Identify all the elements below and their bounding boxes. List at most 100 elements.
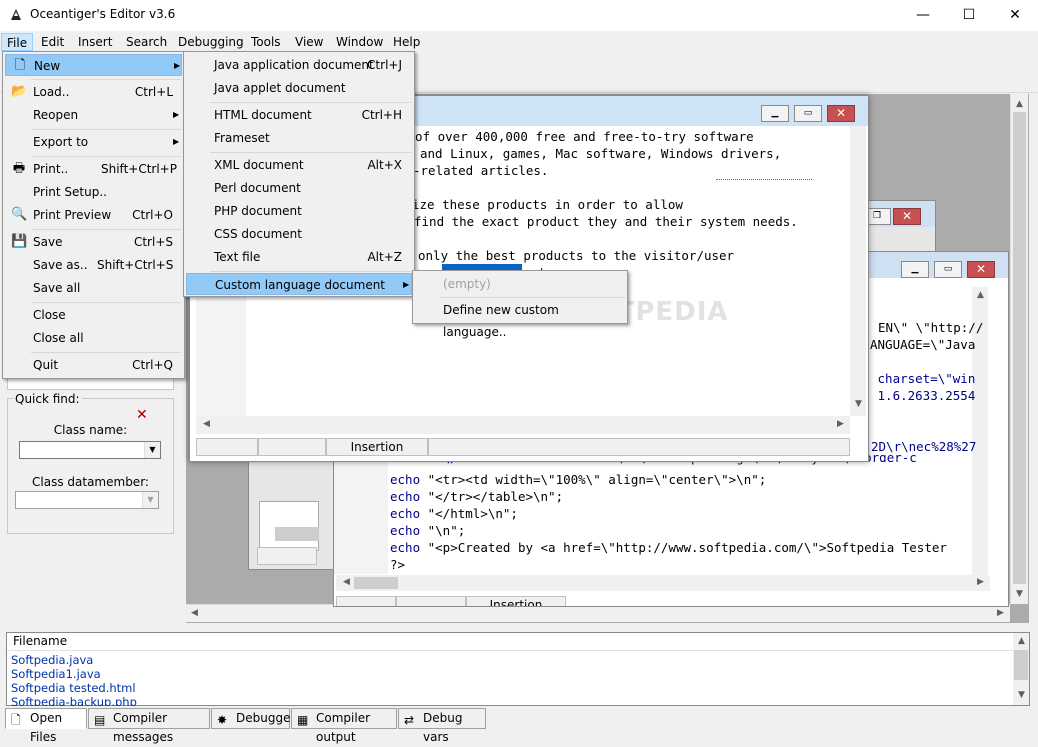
scroll-up-icon[interactable]: ▲ bbox=[1013, 633, 1030, 650]
list-item[interactable]: Softpedia1.java bbox=[11, 667, 101, 681]
submenu-arrow-icon: ▶ bbox=[173, 137, 180, 146]
tab-compiler-messages[interactable]: ▤ Compiler messages bbox=[88, 708, 210, 744]
close-button[interactable]: ✕ bbox=[992, 0, 1038, 31]
text-vertical-scrollbar[interactable]: ▼ bbox=[850, 126, 866, 416]
menu-help[interactable]: Help bbox=[388, 33, 425, 51]
scroll-up-icon[interactable]: ▲ bbox=[972, 287, 989, 304]
close-icon[interactable]: ✕ bbox=[827, 105, 855, 122]
minimize-button[interactable]: ▁ bbox=[901, 261, 929, 278]
printer-icon: 🖶 bbox=[12, 161, 26, 176]
scroll-right-icon[interactable]: ▶ bbox=[832, 416, 849, 433]
menu-insert[interactable]: Insert bbox=[73, 33, 117, 51]
code-line[interactable]: ?> bbox=[390, 556, 405, 573]
chevron-down-icon[interactable]: ▼ bbox=[142, 492, 158, 508]
workspace-vertical-scrollbar[interactable]: ▲ ▼ bbox=[1010, 94, 1028, 604]
maximize-button[interactable]: ▭ bbox=[934, 261, 962, 278]
menu-item-php-document[interactable]: PHP document bbox=[186, 200, 412, 222]
scroll-thumb[interactable] bbox=[1014, 650, 1028, 680]
list-item[interactable]: Softpedia tested.html bbox=[11, 681, 136, 695]
scroll-thumb[interactable] bbox=[275, 527, 319, 541]
list-item[interactable]: Softpedia.java bbox=[11, 653, 93, 667]
text-line[interactable]: y of over 400,000 free and free-to-try s… bbox=[400, 128, 754, 145]
menu-item-define-custom-language[interactable]: Define new custom language.. bbox=[415, 299, 625, 339]
menu-item-save-all[interactable]: Save all bbox=[5, 277, 182, 299]
tab-open-files[interactable]: 🗋 Open Files bbox=[5, 708, 87, 744]
menu-item-java-application[interactable]: Java application document Ctrl+J bbox=[186, 54, 412, 76]
code-line[interactable]: echo "</tr></table>\n"; bbox=[390, 488, 563, 505]
class-name-combo[interactable]: ▼ bbox=[19, 441, 161, 459]
open-files-list[interactable]: Filename Softpedia.java Softpedia1.java … bbox=[6, 632, 1030, 706]
code-line[interactable]: ANGUAGE=\"Java bbox=[870, 336, 975, 353]
code-line[interactable]: echo "</html>\n"; bbox=[390, 505, 518, 522]
menu-item-new[interactable]: 🗋 New ▶ bbox=[5, 54, 182, 76]
menu-item-save-as[interactable]: Save as.. Shift+Ctrl+S bbox=[5, 254, 182, 276]
menu-window[interactable]: Window bbox=[331, 33, 388, 51]
menu-item-reopen[interactable]: Reopen ▶ bbox=[5, 104, 182, 126]
menu-item-java-applet[interactable]: Java applet document bbox=[186, 77, 412, 99]
maximize-button[interactable]: ▭ bbox=[794, 105, 822, 122]
menu-item-xml-document[interactable]: XML document Alt+X bbox=[186, 154, 412, 176]
menu-item-css-document[interactable]: CSS document bbox=[186, 223, 412, 245]
menu-item-perl-document[interactable]: Perl document bbox=[186, 177, 412, 199]
menu-item-frameset[interactable]: Frameset bbox=[186, 127, 412, 149]
menu-item-close[interactable]: Close bbox=[5, 304, 182, 326]
menu-item-print[interactable]: 🖶 Print.. Shift+Ctrl+P bbox=[5, 158, 182, 180]
scroll-down-icon[interactable]: ▼ bbox=[1011, 586, 1028, 603]
scroll-thumb[interactable] bbox=[354, 577, 398, 589]
close-icon[interactable]: ✕ bbox=[967, 261, 995, 278]
menu-item-custom-language[interactable]: Custom language document ▶ bbox=[186, 273, 412, 295]
menu-view[interactable]: View bbox=[290, 33, 328, 51]
scroll-right-icon[interactable]: ▶ bbox=[992, 605, 1009, 622]
text-line[interactable]: -related articles. bbox=[413, 162, 548, 179]
menu-item-text-file[interactable]: Text file Alt+Z bbox=[186, 246, 412, 268]
menu-item-export[interactable]: Export to ▶ bbox=[5, 131, 182, 153]
php-horizontal-scrollbar[interactable]: ◀ ▶ bbox=[336, 575, 990, 591]
menu-item-close-all[interactable]: Close all bbox=[5, 327, 182, 349]
minimize-button[interactable]: ▁ bbox=[761, 105, 789, 122]
text-line[interactable]: ize these products in order to allow bbox=[412, 196, 683, 213]
clear-icon[interactable]: ✕ bbox=[136, 407, 148, 423]
list-item[interactable]: Softpedia-backup.php bbox=[11, 695, 137, 706]
scroll-left-icon[interactable]: ◀ bbox=[186, 605, 203, 622]
text-line[interactable]: only the best products to the visitor/us… bbox=[418, 247, 734, 264]
menu-item-save[interactable]: 💾 Save Ctrl+S bbox=[5, 231, 182, 253]
code-line[interactable]: EN\" \"http:// bbox=[878, 319, 983, 336]
filename-column-header[interactable]: Filename bbox=[7, 633, 1013, 651]
code-line[interactable]: charset=\"win bbox=[870, 370, 976, 387]
text-line[interactable]: find the exact product they and their sy… bbox=[414, 213, 798, 230]
scroll-thumb[interactable] bbox=[1013, 112, 1026, 584]
files-vertical-scrollbar[interactable]: ▲ ▼ bbox=[1013, 633, 1029, 705]
menu-tools[interactable]: Tools bbox=[246, 33, 286, 51]
code-line[interactable]: echo "\n"; bbox=[390, 522, 465, 539]
menu-item-quit[interactable]: Quit Ctrl+Q bbox=[5, 354, 182, 376]
code-line[interactable]: echo "<tr><td width=\"100%\" align=\"cen… bbox=[390, 471, 766, 488]
scroll-right-icon[interactable]: ▶ bbox=[972, 574, 989, 591]
close-icon[interactable]: ✕ bbox=[893, 208, 921, 225]
menu-debugging[interactable]: Debugging bbox=[173, 33, 249, 51]
scroll-down-icon[interactable]: ▼ bbox=[850, 396, 867, 413]
scroll-up-icon[interactable]: ▲ bbox=[1011, 96, 1028, 113]
code-line[interactable]: echo "<p>Created by <a href=\"http://www… bbox=[390, 539, 984, 556]
maximize-button[interactable]: ☐ bbox=[946, 0, 992, 31]
class-datamember-combo[interactable]: ▼ bbox=[15, 491, 159, 509]
menu-search[interactable]: Search bbox=[121, 33, 172, 51]
tab-compiler-output[interactable]: ▦ Compiler output bbox=[291, 708, 397, 744]
code-line[interactable]: 2D\r\nec%28%27 bbox=[871, 438, 976, 455]
code-line[interactable]: 1.6.2633.2554 bbox=[870, 387, 976, 404]
menu-file[interactable]: File bbox=[1, 33, 34, 51]
tab-debug-vars[interactable]: ⇄ Debug vars bbox=[398, 708, 486, 744]
menu-edit[interactable]: Edit bbox=[36, 33, 69, 51]
menu-item-print-preview[interactable]: 🔍 Print Preview Ctrl+O bbox=[5, 204, 182, 226]
menu-item-html-document[interactable]: HTML document Ctrl+H bbox=[186, 104, 412, 126]
minimize-button[interactable]: — bbox=[900, 0, 946, 31]
chevron-down-icon[interactable]: ▼ bbox=[144, 442, 160, 458]
scroll-left-icon[interactable]: ◀ bbox=[338, 574, 355, 591]
tab-debugger[interactable]: ✸ Debugger bbox=[211, 708, 295, 729]
status-cell bbox=[257, 547, 317, 565]
scroll-down-icon[interactable]: ▼ bbox=[1013, 687, 1030, 704]
menu-item-load[interactable]: 📂 Load.. Ctrl+L bbox=[5, 81, 182, 103]
text-horizontal-scrollbar[interactable]: ◀ ▶ bbox=[196, 416, 850, 434]
scroll-left-icon[interactable]: ◀ bbox=[198, 416, 215, 433]
menu-item-print-setup[interactable]: Print Setup.. bbox=[5, 181, 182, 203]
text-line[interactable]: and Linux, games, Mac software, Windows … bbox=[420, 145, 781, 162]
